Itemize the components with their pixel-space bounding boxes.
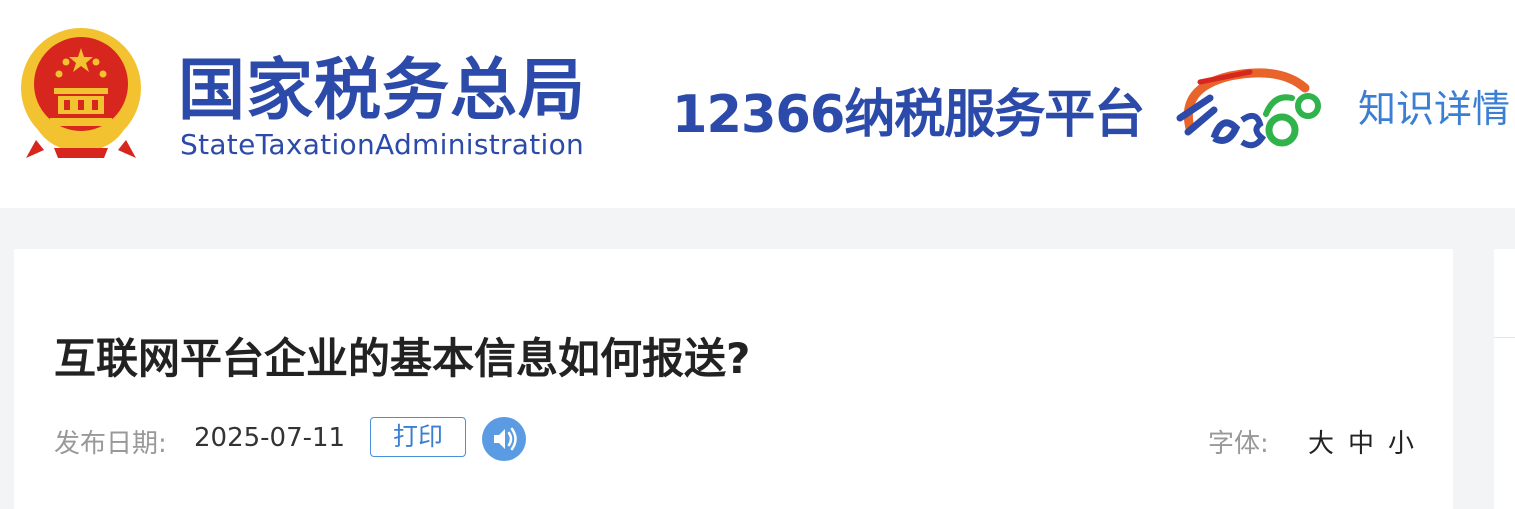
article-meta: 发布日期: 2025-07-11 打印 字体: 大 中 小 [54, 415, 1414, 461]
org-name-cn: 国家税务总局 [178, 51, 586, 129]
audio-play-button[interactable] [482, 417, 526, 461]
knowledge-detail-link[interactable]: 知识详情 [1358, 78, 1510, 133]
print-button[interactable]: 打印 [370, 417, 466, 457]
12366-logo-icon [1176, 68, 1321, 149]
speaker-icon [494, 427, 517, 451]
national-emblem-icon [21, 28, 141, 158]
sidebar-divider [1494, 337, 1515, 338]
org-name-en: StateTaxationAdministration [180, 128, 585, 161]
font-small-button[interactable]: 小 [1388, 423, 1414, 460]
publish-date: 2025-07-11 [194, 423, 346, 453]
font-medium-button[interactable]: 中 [1348, 423, 1374, 460]
publish-date-label: 发布日期: [54, 429, 167, 459]
sidebar-card [1494, 249, 1515, 509]
site-header: 国家税务总局 StateTaxationAdministration 12366… [0, 0, 1515, 208]
platform-name: 12366纳税服务平台 [672, 85, 1145, 145]
article-card: 互联网平台企业的基本信息如何报送? 发布日期: 2025-07-11 打印 字体… [14, 249, 1453, 509]
font-size-label: 字体: [1208, 429, 1269, 459]
article-title: 互联网平台企业的基本信息如何报送? [54, 334, 751, 383]
font-large-button[interactable]: 大 [1308, 423, 1334, 460]
